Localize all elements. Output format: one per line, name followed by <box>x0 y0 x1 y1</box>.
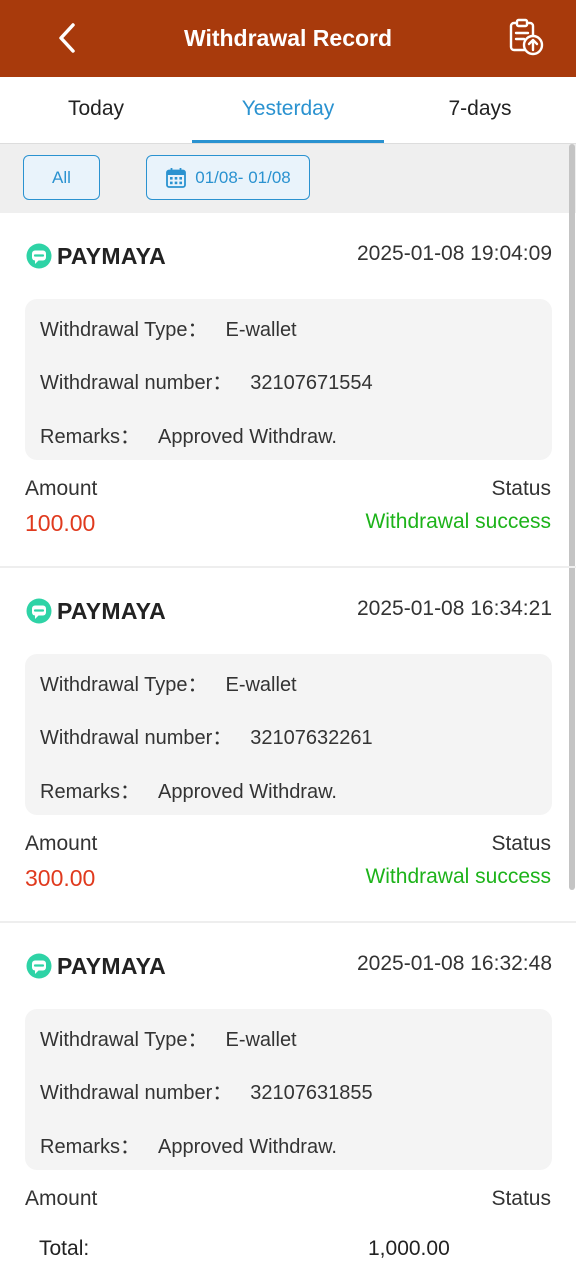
tab-today[interactable]: Today <box>0 77 192 143</box>
status-value: Withdrawal success <box>365 865 551 888</box>
remarks-label: Remarks： <box>40 426 141 448</box>
amount-value: 100.00 <box>25 510 96 536</box>
withdrawal-number-label: Withdrawal number： <box>40 1082 233 1104</box>
tab-7-days[interactable]: 7-days <box>384 77 576 143</box>
withdrawal-number-label: Withdrawal number： <box>40 372 233 394</box>
withdrawal-number-label: Withdrawal number： <box>40 727 233 749</box>
withdrawal-type-label: Withdrawal Type： <box>40 319 208 341</box>
record-time: 2025-01-08 16:34:21 <box>357 597 552 620</box>
withdrawal-list: PAYMAYA 2025-01-08 19:04:09 Withdrawal T… <box>0 213 576 1280</box>
chevron-left-icon <box>59 23 75 53</box>
withdrawal-number-row: Withdrawal number： 32107671554 <box>40 366 373 396</box>
remarks-label: Remarks： <box>40 1136 141 1158</box>
withdrawal-type-row: Withdrawal Type： E-wallet <box>40 313 297 343</box>
status-label: Status <box>491 477 551 500</box>
amount-value: 300.00 <box>25 865 96 891</box>
filter-all-button[interactable]: All <box>23 155 100 200</box>
withdrawal-type-label: Withdrawal Type： <box>40 1029 208 1051</box>
withdrawal-type-value: E-wallet <box>225 674 297 696</box>
status-label: Status <box>491 832 551 855</box>
record-detail-box: Withdrawal Type： E-wallet Withdrawal numb… <box>25 299 552 460</box>
status-label: Status <box>491 1187 551 1210</box>
withdrawal-type-value: E-wallet <box>225 319 297 341</box>
record-header: PAYMAYA 2025-01-08 19:04:09 <box>26 241 552 271</box>
withdrawal-number-row: Withdrawal number： 32107631855 <box>40 1076 373 1106</box>
status-value: Withdrawal success <box>365 510 551 533</box>
remarks-label: Remarks： <box>40 781 141 803</box>
withdrawal-number-row: Withdrawal number： 32107632261 <box>40 721 373 751</box>
remarks-value: Approved Withdraw. <box>158 781 337 803</box>
withdrawal-type-row: Withdrawal Type： E-wallet <box>40 668 297 698</box>
record-time: 2025-01-08 16:32:48 <box>357 952 552 975</box>
record-header: PAYMAYA 2025-01-08 16:32:48 <box>26 951 552 981</box>
withdrawal-number-value: 32107671554 <box>250 372 373 394</box>
active-tab-indicator <box>192 140 384 143</box>
total-footer: Total: 1,000.00 <box>0 1221 576 1280</box>
paymaya-logo-icon <box>26 953 52 979</box>
withdrawal-type-value: E-wallet <box>225 1029 297 1051</box>
remarks-value: Approved Withdraw. <box>158 426 337 448</box>
remarks-row: Remarks： Approved Withdraw. <box>40 1130 337 1160</box>
withdrawal-number-value: 32107632261 <box>250 727 373 749</box>
total-label: Total: <box>39 1237 90 1260</box>
calendar-icon <box>166 167 187 188</box>
record-detail-box: Withdrawal Type： E-wallet Withdrawal numb… <box>25 654 552 815</box>
total-value: 1,000.00 <box>368 1237 450 1260</box>
record-detail-box: Withdrawal Type： E-wallet Withdrawal numb… <box>25 1009 552 1170</box>
channel-name: PAYMAYA <box>57 242 167 269</box>
records-button[interactable] <box>500 12 550 62</box>
remarks-row: Remarks： Approved Withdraw. <box>40 775 337 805</box>
filter-bar: All 01/08- 01/08 <box>0 144 576 213</box>
channel-brand: PAYMAYA <box>26 241 166 271</box>
withdrawal-number-value: 32107631855 <box>250 1082 373 1104</box>
tab-yesterday[interactable]: Yesterday <box>192 77 384 143</box>
date-tabs: Today Yesterday 7-days <box>0 77 576 144</box>
withdrawal-type-label: Withdrawal Type： <box>40 674 208 696</box>
date-range-label: 01/08- 01/08 <box>195 167 291 187</box>
channel-name: PAYMAYA <box>57 952 167 979</box>
app-header: Withdrawal Record <box>0 0 576 77</box>
record-time: 2025-01-08 19:04:09 <box>357 242 552 265</box>
withdrawal-type-row: Withdrawal Type： E-wallet <box>40 1023 297 1053</box>
paymaya-logo-icon <box>26 598 52 624</box>
amount-label: Amount <box>25 477 98 500</box>
record-header: PAYMAYA 2025-01-08 16:34:21 <box>26 596 552 626</box>
channel-brand: PAYMAYA <box>26 951 166 981</box>
clipboard-upload-icon <box>509 18 544 56</box>
withdrawal-record-card[interactable]: PAYMAYA 2025-01-08 16:34:21 Withdrawal T… <box>0 568 576 923</box>
remarks-value: Approved Withdraw. <box>158 1136 337 1158</box>
withdrawal-record-card[interactable]: PAYMAYA 2025-01-08 19:04:09 Withdrawal T… <box>0 213 576 568</box>
channel-name: PAYMAYA <box>57 597 167 624</box>
channel-brand: PAYMAYA <box>26 596 166 626</box>
date-range-button[interactable]: 01/08- 01/08 <box>146 155 310 200</box>
back-button[interactable] <box>44 14 90 62</box>
paymaya-logo-icon <box>26 243 52 269</box>
amount-label: Amount <box>25 832 98 855</box>
amount-label: Amount <box>25 1187 98 1210</box>
remarks-row: Remarks： Approved Withdraw. <box>40 420 337 450</box>
